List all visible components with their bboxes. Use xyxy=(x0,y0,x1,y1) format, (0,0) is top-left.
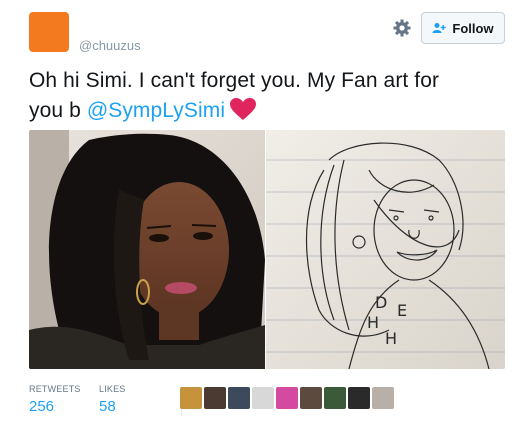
liker-avatars xyxy=(180,387,394,409)
sketch-letter: H xyxy=(367,313,379,332)
retweets-label: RETWEETS xyxy=(29,384,81,394)
liker-avatar[interactable] xyxy=(180,387,202,409)
heart-emoji-icon xyxy=(229,97,257,130)
sketch-letter: E xyxy=(397,301,407,320)
liker-avatar[interactable] xyxy=(252,387,274,409)
tweet-text-line-2: you b @SympLySimi xyxy=(29,96,499,130)
mention-link[interactable]: @SympLySimi xyxy=(87,99,225,122)
liker-avatar[interactable] xyxy=(348,387,370,409)
selfie-photo[interactable] xyxy=(29,130,265,369)
add-user-icon xyxy=(432,23,447,33)
tweet-header: @chuuzus Follow xyxy=(29,12,509,54)
sketch-letter: D xyxy=(375,293,387,312)
tweet-text-prefix: you b xyxy=(29,99,87,122)
likes-count: 58 xyxy=(99,398,116,415)
follow-label: Follow xyxy=(452,20,494,36)
liker-avatar[interactable] xyxy=(228,387,250,409)
user-handle[interactable]: @chuuzus xyxy=(79,38,141,53)
pencil-sketch-photo[interactable]: D E H H xyxy=(266,130,505,369)
liker-avatar[interactable] xyxy=(372,387,394,409)
tweet-media[interactable]: D E H H xyxy=(29,130,505,369)
follow-button[interactable]: Follow xyxy=(421,12,505,44)
liker-avatar[interactable] xyxy=(276,387,298,409)
tweet-text: Oh hi Simi. I can't forget you. My Fan a… xyxy=(29,66,499,130)
tweet-text-line-1: Oh hi Simi. I can't forget you. My Fan a… xyxy=(29,69,440,92)
user-avatar[interactable] xyxy=(29,12,69,52)
liker-avatar[interactable] xyxy=(204,387,226,409)
likes-stat[interactable]: LIKES 58 xyxy=(99,384,126,415)
retweets-count: 256 xyxy=(29,398,55,415)
liker-avatar[interactable] xyxy=(300,387,322,409)
retweets-stat[interactable]: RETWEETS 256 xyxy=(29,384,81,415)
liker-avatar[interactable] xyxy=(324,387,346,409)
sketch-letter: H xyxy=(385,329,397,348)
gear-icon[interactable] xyxy=(392,18,412,38)
likes-label: LIKES xyxy=(99,384,126,394)
